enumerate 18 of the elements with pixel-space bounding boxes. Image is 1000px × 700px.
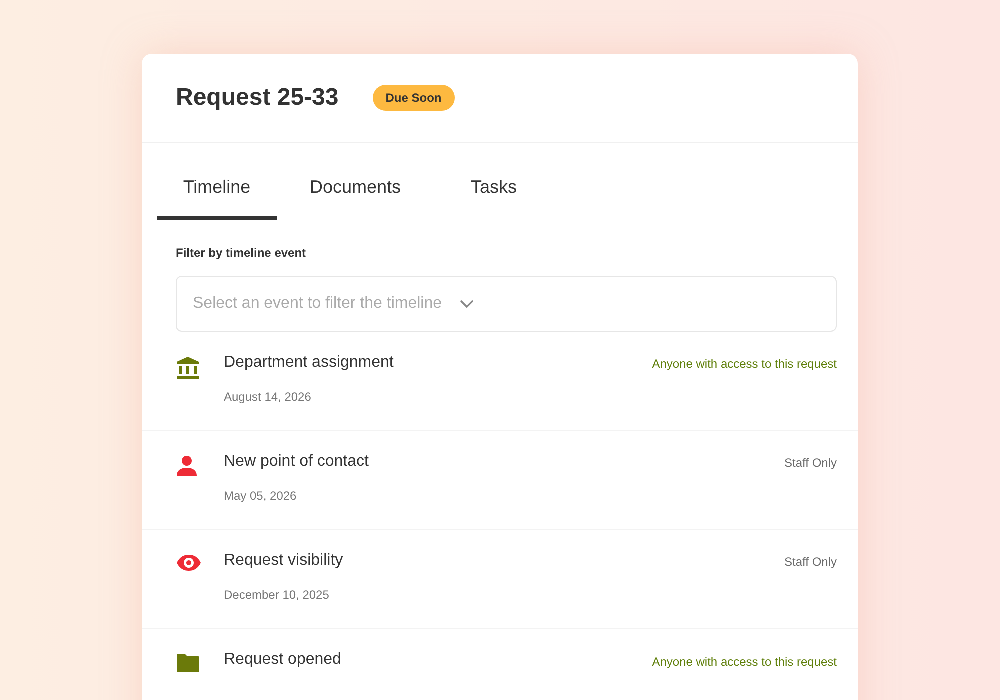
tab[interactable]: Documents (287, 161, 424, 220)
event-title: New point of contact (224, 453, 369, 471)
due-status-badge: Due Soon (372, 85, 455, 111)
visibility-label: Anyone with access to this request (652, 654, 837, 669)
visibility-label: Staff Only (784, 455, 837, 470)
event-date: May 05, 2026 (224, 489, 298, 503)
event-title: Request visibility (224, 552, 344, 570)
chevron-down-icon (460, 300, 474, 308)
tab[interactable]: Tasks (434, 161, 554, 220)
filter-label: Filter by timeline event (176, 246, 308, 260)
event-title: Request opened (224, 651, 342, 669)
visibility-label: Staff Only (784, 554, 837, 569)
request-title: Request 25-33 (176, 84, 339, 112)
event-date: December 10, 2025 (224, 588, 330, 602)
visibility-label: Anyone with access to this request (652, 356, 837, 371)
event-title: Department assignment (224, 354, 394, 372)
tab[interactable]: Timeline (157, 161, 277, 220)
event-date: August 14, 2026 (224, 390, 312, 404)
